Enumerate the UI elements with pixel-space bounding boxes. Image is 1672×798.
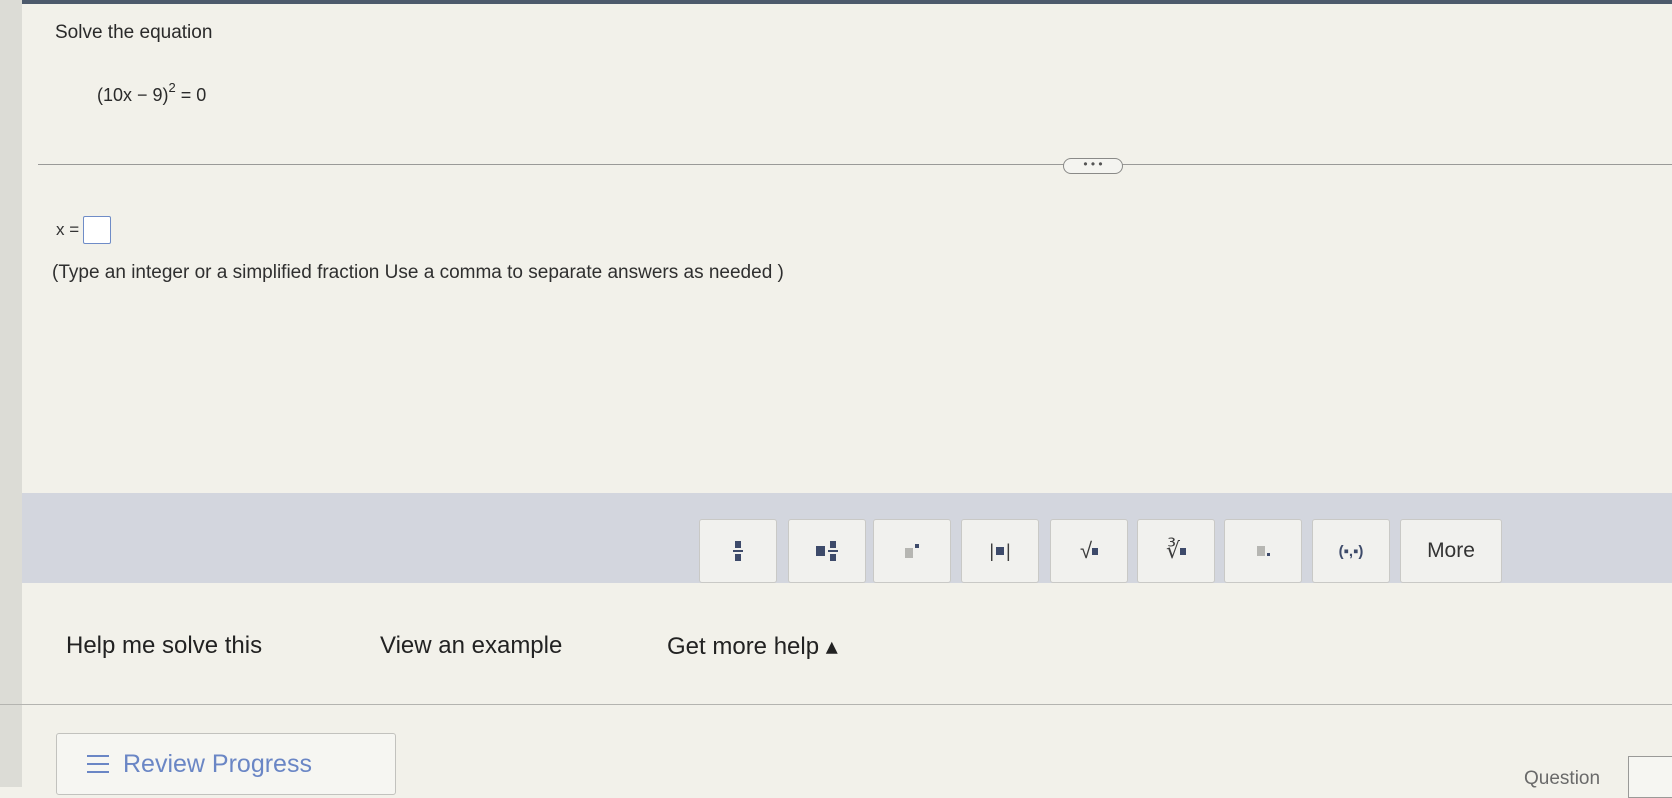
ordered-pair-icon: (▪,▪) — [1338, 542, 1364, 560]
equation-exponent: 2 — [168, 80, 176, 95]
answer-label: x = — [56, 220, 80, 239]
section-divider — [38, 164, 1672, 165]
equation-rhs: = 0 — [175, 85, 207, 105]
exponent-button[interactable] — [873, 519, 951, 583]
get-more-help-button[interactable]: Get more help ▴ — [667, 632, 838, 661]
more-button[interactable]: More — [1400, 519, 1502, 583]
answer-hint: (Type an integer or a simplified fractio… — [52, 262, 784, 283]
answer-row: x = — [56, 216, 112, 244]
ordered-pair-button[interactable]: (▪,▪) — [1312, 519, 1390, 583]
decimal-button[interactable] — [1224, 519, 1302, 583]
nth-root-button[interactable]: ∛ — [1137, 519, 1215, 583]
mixed-number-button[interactable] — [788, 519, 866, 583]
left-strip — [0, 0, 22, 787]
equation: (10x − 9)2 = 0 — [97, 80, 207, 106]
fraction-button[interactable] — [699, 519, 777, 583]
top-bar — [0, 0, 1672, 4]
review-progress-label: Review Progress — [123, 749, 312, 778]
exponent-icon — [905, 544, 919, 558]
expand-ellipsis-button[interactable]: • • • — [1063, 158, 1123, 174]
question-number-box[interactable] — [1628, 756, 1672, 798]
decimal-icon — [1256, 546, 1270, 556]
absolute-value-icon: | | — [989, 540, 1011, 561]
nth-root-icon: ∛ — [1166, 538, 1187, 564]
square-root-icon: √ — [1080, 538, 1099, 564]
review-progress-button[interactable]: Review Progress — [56, 733, 396, 795]
view-example-button[interactable]: View an example — [380, 632, 562, 660]
square-root-button[interactable]: √ — [1050, 519, 1128, 583]
mixed-number-icon — [816, 541, 838, 561]
problem-instruction: Solve the equation — [55, 22, 213, 43]
absolute-value-button[interactable]: | | — [961, 519, 1039, 583]
equation-base: (10x − 9) — [97, 85, 169, 105]
answer-input[interactable] — [83, 216, 112, 244]
footer-divider — [0, 704, 1672, 705]
help-me-solve-button[interactable]: Help me solve this — [66, 632, 262, 660]
list-icon — [87, 755, 109, 773]
fraction-icon — [733, 541, 743, 561]
